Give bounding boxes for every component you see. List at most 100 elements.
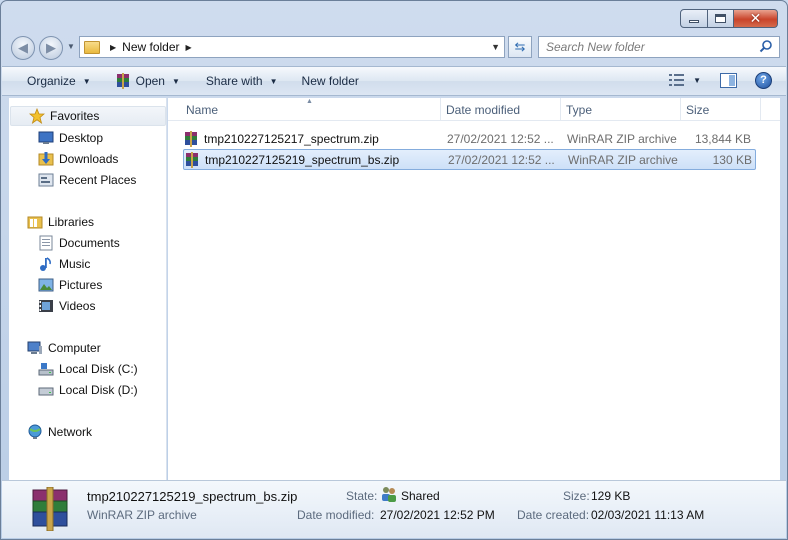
nav-music[interactable]: Music bbox=[9, 254, 90, 274]
organize-button[interactable]: Organize ▼ bbox=[19, 69, 99, 93]
recent-places-icon bbox=[38, 172, 54, 188]
share-with-button[interactable]: Share with ▼ bbox=[198, 69, 286, 93]
nav-local-disk-d[interactable]: Local Disk (D:) bbox=[9, 380, 138, 400]
file-date: 27/02/2021 12:52 ... bbox=[448, 152, 555, 167]
close-icon: ✕ bbox=[749, 10, 762, 27]
nav-computer[interactable]: Computer bbox=[9, 338, 101, 358]
winrar-icon bbox=[32, 487, 68, 531]
open-button[interactable]: Open ▼ bbox=[107, 69, 188, 93]
date-created-value: 02/03/2021 11:13 AM bbox=[591, 508, 705, 522]
address-bar[interactable]: ▶ New folder ▶ ▼ bbox=[79, 36, 505, 58]
videos-icon bbox=[38, 298, 54, 314]
column-header-date-modified[interactable]: Date modified bbox=[441, 98, 561, 121]
column-header-size[interactable]: Size bbox=[681, 98, 761, 121]
nav-local-disk-c[interactable]: Local Disk (C:) bbox=[9, 359, 138, 379]
arrow-left-icon: ◀ bbox=[18, 40, 28, 55]
desktop-icon bbox=[38, 130, 54, 146]
column-header-name[interactable]: Name bbox=[181, 98, 441, 121]
chevron-down-icon: ▼ bbox=[82, 76, 91, 86]
network-icon bbox=[27, 424, 43, 440]
state-label: State: bbox=[346, 489, 378, 503]
nav-downloads[interactable]: Downloads bbox=[9, 149, 118, 169]
nav-label: Favorites bbox=[50, 109, 100, 123]
maximize-button[interactable] bbox=[708, 9, 734, 28]
drive-icon bbox=[38, 361, 54, 377]
nav-network[interactable]: Network bbox=[9, 422, 92, 442]
star-icon bbox=[29, 108, 45, 124]
nav-documents[interactable]: Documents bbox=[9, 233, 120, 253]
search-icon[interactable] bbox=[759, 39, 773, 53]
help-icon[interactable]: ? bbox=[755, 71, 772, 89]
nav-label: Recent Places bbox=[59, 173, 137, 187]
folder-icon bbox=[84, 40, 100, 54]
details-view-icon bbox=[669, 74, 685, 86]
music-icon bbox=[38, 256, 54, 272]
size-label: Size: bbox=[563, 489, 590, 503]
views-dropdown-icon[interactable]: ▼ bbox=[693, 76, 701, 85]
file-type: WinRAR ZIP archive bbox=[567, 131, 677, 146]
breadcrumb-current-folder[interactable]: New folder bbox=[122, 40, 179, 54]
preview-pane-button[interactable] bbox=[717, 70, 739, 90]
close-button[interactable]: ✕ bbox=[734, 9, 778, 28]
forward-button[interactable]: ▶ bbox=[39, 36, 63, 60]
computer-icon bbox=[27, 340, 43, 356]
toolbar-right-group: ▼ ? bbox=[667, 70, 772, 90]
table-row-selected[interactable]: tmp210227125219_spectrum_bs.zip 27/02/20… bbox=[183, 149, 756, 170]
change-view-button[interactable] bbox=[667, 70, 687, 90]
nav-label: Desktop bbox=[59, 131, 104, 145]
explorer-window: ✕ ◀ ▶ ▼ ▶ New folder ▶ ▼ ⇆ Organize ▼ Ope… bbox=[0, 0, 788, 540]
documents-icon bbox=[38, 235, 54, 251]
nav-label: Network bbox=[48, 425, 93, 439]
winrar-icon bbox=[185, 130, 197, 147]
nav-recent-places[interactable]: Recent Places bbox=[9, 170, 136, 190]
file-name: tmp210227125217_spectrum.zip bbox=[204, 131, 379, 146]
selected-file-name: tmp210227125219_spectrum_bs.zip bbox=[87, 489, 298, 504]
new-folder-label: New folder bbox=[301, 74, 359, 88]
refresh-icon: ⇆ bbox=[514, 39, 526, 54]
file-list: ▲ Name Date modified Type Size tmp210227… bbox=[168, 98, 780, 480]
breadcrumb-separator-icon[interactable]: ▶ bbox=[110, 43, 116, 52]
nav-desktop[interactable]: Desktop bbox=[9, 128, 103, 148]
search-box[interactable] bbox=[538, 36, 780, 58]
file-size: 130 KB bbox=[712, 152, 752, 167]
nav-label: Pictures bbox=[59, 278, 103, 292]
recent-pages-dropdown[interactable]: ▼ bbox=[67, 42, 75, 51]
maximize-icon bbox=[715, 14, 726, 23]
nav-libraries[interactable]: Libraries bbox=[9, 212, 94, 232]
column-header-type[interactable]: Type bbox=[561, 98, 681, 121]
share-with-label: Share with bbox=[205, 74, 263, 88]
drive-icon bbox=[38, 382, 54, 398]
nav-videos[interactable]: Videos bbox=[9, 296, 95, 316]
file-name-cell: tmp210227125217_spectrum.zip bbox=[183, 130, 441, 147]
winrar-icon bbox=[186, 151, 198, 168]
search-input[interactable] bbox=[546, 40, 746, 54]
nav-label: Downloads bbox=[59, 152, 119, 166]
back-button[interactable]: ◀ bbox=[11, 36, 35, 60]
table-row[interactable]: tmp210227125217_spectrum.zip 27/02/2021 … bbox=[183, 128, 756, 149]
command-bar: Organize ▼ Open ▼ Share with ▼ New folder bbox=[2, 66, 786, 96]
column-header-row: ▲ Name Date modified Type Size bbox=[168, 98, 780, 121]
pictures-icon bbox=[38, 277, 54, 293]
chevron-down-icon: ▼ bbox=[171, 76, 180, 86]
refresh-button[interactable]: ⇆ bbox=[508, 36, 532, 58]
chevron-down-icon: ▼ bbox=[67, 42, 75, 51]
selected-file-type: WinRAR ZIP archive bbox=[87, 508, 197, 522]
minimize-button[interactable] bbox=[680, 9, 708, 28]
nav-pictures[interactable]: Pictures bbox=[9, 275, 102, 295]
nav-label: Libraries bbox=[48, 215, 95, 229]
date-created-label: Date created: bbox=[517, 508, 590, 522]
date-modified-label: Date modified: bbox=[297, 508, 375, 522]
address-dropdown-icon[interactable]: ▼ bbox=[491, 42, 500, 52]
caption-buttons: ✕ bbox=[680, 9, 778, 28]
file-name-cell: tmp210227125219_spectrum_bs.zip bbox=[184, 151, 442, 168]
shared-users-icon bbox=[382, 487, 396, 502]
breadcrumb-separator-icon[interactable]: ▶ bbox=[186, 43, 192, 52]
winrar-icon bbox=[116, 73, 129, 89]
nav-favorites[interactable]: Favorites bbox=[10, 106, 166, 126]
nav-label: Local Disk (C:) bbox=[59, 362, 138, 376]
minimize-icon bbox=[689, 20, 699, 23]
new-folder-button[interactable]: New folder bbox=[294, 69, 367, 93]
downloads-icon bbox=[38, 151, 54, 167]
nav-label: Local Disk (D:) bbox=[59, 383, 138, 397]
navigation-pane: Favorites Desktop Downloads Recent Place… bbox=[9, 98, 167, 480]
